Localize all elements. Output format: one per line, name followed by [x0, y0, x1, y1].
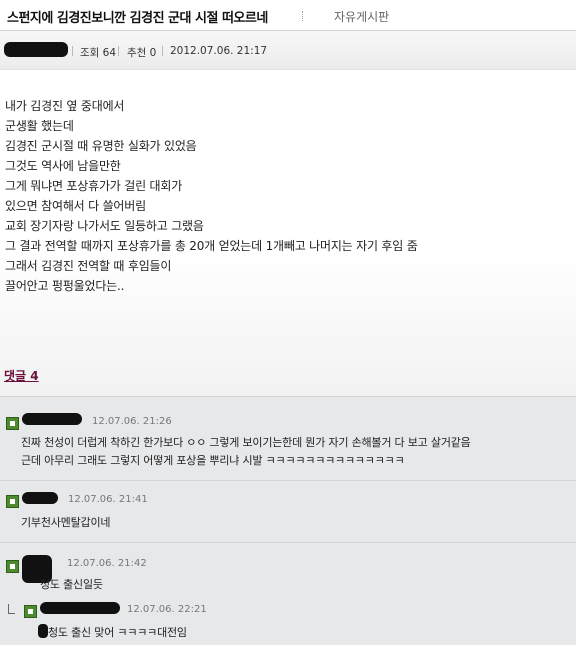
- reply-arrow-icon: [8, 604, 15, 614]
- commenter-name-redacted: [40, 602, 120, 614]
- meta-divider: [118, 46, 119, 56]
- comment-author-icon: [6, 560, 19, 573]
- body-line: 있으면 참여해서 다 쓸어버림: [5, 199, 146, 213]
- meta-divider: [162, 46, 163, 56]
- commenter-name-redacted: [22, 413, 82, 425]
- recommend-count: 추천 0: [127, 47, 157, 59]
- post-datetime: 2012.07.06. 21:17: [170, 45, 268, 57]
- meta-divider: [72, 46, 73, 56]
- body-line: 김경진 군시절 때 유명한 실화가 있었음: [5, 139, 197, 153]
- comments-toggle-link[interactable]: 댓글 4: [4, 367, 39, 384]
- body-line: 내가 김경진 옆 중대에서: [5, 99, 125, 113]
- post-title: 스펀지에 김경진보니깐 김경진 군대 시절 떠오르네: [7, 11, 268, 26]
- body-line: 그것도 역사에 남을만한: [5, 159, 121, 173]
- comment-text: 청도 출신일듯: [40, 578, 103, 591]
- view-count: 조회 64: [80, 47, 117, 59]
- title-separator: [302, 11, 331, 21]
- reply-mention-redacted: [38, 624, 48, 638]
- post-meta-bar: 조회 64 추천 0 2012.07.06. 21:17: [0, 31, 576, 70]
- comment-text: 진짜 천성이 더럽게 착하긴 한가보다 ㅇㅇ 그렇게 보이기는한데 뭔가 자기 …: [21, 436, 471, 449]
- body-line: 교회 장기자랑 나가서도 일등하고 그랬음: [5, 219, 204, 233]
- body-line: 그게 뭐냐면 포상휴가가 걸린 대회가: [5, 179, 183, 193]
- comment-divider: [0, 542, 576, 543]
- comment-divider: [0, 480, 576, 481]
- comment-author-icon: [24, 605, 37, 618]
- comment-date: 12.07.06. 21:26: [92, 416, 172, 427]
- comment-date: 12.07.06. 21:41: [68, 494, 148, 505]
- comment-author-icon: [6, 417, 19, 430]
- comment-date: 12.07.06. 21:42: [67, 558, 147, 569]
- body-line: 그 결과 전역할 때까지 포상휴가를 총 20개 얻었는데 1개빼고 나머지는 …: [5, 239, 418, 253]
- comment-text: 근데 아무리 그래도 그렇지 어떻게 포상을 뿌리냐 시발 ㅋㅋㅋㅋㅋㅋㅋㅋㅋㅋ…: [21, 454, 405, 467]
- board-link[interactable]: 자유게시판: [334, 8, 389, 25]
- comment-text: 기부천사멘탈갑이네: [21, 516, 111, 529]
- comment-text: 청도 출신 맞어 ㅋㅋㅋㅋ대전임: [48, 626, 187, 639]
- body-line: 끌어안고 펑펑울었다는..: [5, 279, 125, 293]
- commenter-name-redacted: [22, 492, 58, 504]
- comment-date: 12.07.06. 22:21: [127, 604, 207, 615]
- body-line: 군생활 했는데: [5, 119, 74, 133]
- post-title-bar: 스펀지에 김경진보니깐 김경진 군대 시절 떠오르네 자유게시판: [0, 0, 576, 31]
- author-name-redacted: [4, 42, 68, 57]
- body-line: 그래서 김경진 전역할 때 후임들이: [5, 259, 172, 273]
- comment-author-icon: [6, 495, 19, 508]
